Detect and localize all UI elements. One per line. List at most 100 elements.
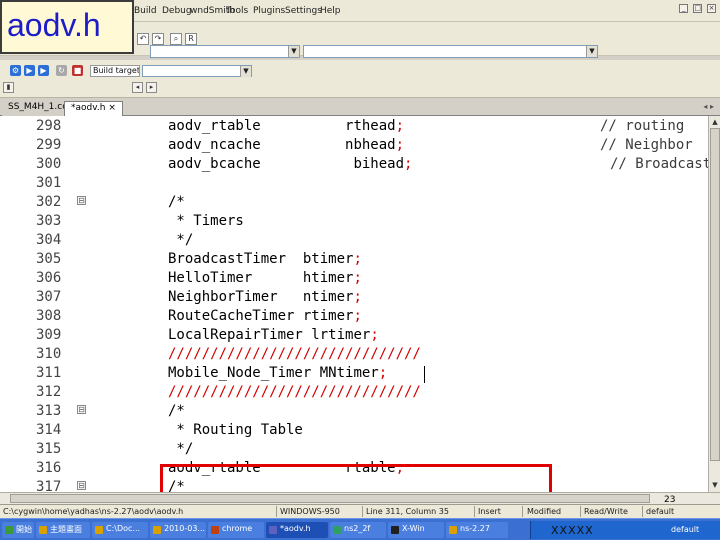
fold-toggle-icon[interactable]: ⊟: [77, 196, 86, 205]
taskbar-item-label: 開始: [16, 525, 32, 534]
run-icon[interactable]: ▶: [24, 65, 35, 76]
close-tab-icon[interactable]: ×: [108, 103, 116, 113]
build-icon[interactable]: ⚙: [10, 65, 21, 76]
taskbar-item-label: 主題畫面: [50, 525, 82, 534]
code-text: HelloTimer htimer;: [168, 270, 362, 286]
tab-nav-arrows[interactable]: ◂ ▸: [703, 102, 714, 111]
status-modified: Modified: [527, 507, 562, 516]
horizontal-scrollbar[interactable]: [0, 492, 720, 504]
app-icon: [449, 526, 457, 534]
code-identifier: aodv_ncache: [168, 137, 261, 153]
taskbar-item[interactable]: 2010-03...: [150, 522, 206, 538]
divider: [474, 506, 475, 517]
line-number: 308: [36, 308, 62, 324]
code-variable: MNtimer: [319, 365, 379, 381]
taskbar-item-label: *aodv.h: [280, 524, 311, 533]
menu-tools[interactable]: Tools: [226, 6, 248, 16]
scroll-thumb[interactable]: [710, 128, 720, 461]
build-run-icon[interactable]: ▶: [38, 65, 49, 76]
search-text-dropdown[interactable]: ▼: [303, 45, 598, 58]
taskbar-item[interactable]: ns-2.27: [446, 522, 508, 538]
code-editor[interactable]: 298 aodv_rtable rthead; // routing 299 aodv_…: [0, 116, 708, 492]
divider: [362, 506, 363, 517]
toggle-comment-icon[interactable]: ▮: [3, 82, 14, 93]
replace-icon[interactable]: R: [185, 33, 197, 45]
taskbar-item-label: C:\Doc...: [106, 524, 141, 533]
line-number: 299: [36, 137, 62, 153]
code-variable: ntimer: [302, 289, 354, 305]
taskbar-item[interactable]: X-Win: [388, 522, 444, 538]
code-line: 317 ⊟ /*: [0, 478, 708, 492]
tab-aodv-h[interactable]: *aodv.h ×: [64, 101, 123, 116]
line-number: 310: [36, 346, 62, 362]
code-spacing: [252, 270, 303, 286]
code-punctuation: ;: [395, 137, 405, 153]
code-identifier: HelloTimer: [168, 270, 253, 286]
code-line: 308 RouteCacheTimer rtimer;: [0, 307, 708, 326]
menu-settings[interactable]: Settings: [285, 6, 322, 16]
search-scope-dropdown[interactable]: ▼: [150, 45, 300, 58]
taskbar-item[interactable]: 主題畫面: [36, 522, 90, 538]
taskbar-item[interactable]: ns2_2f: [330, 522, 386, 538]
maximize-icon[interactable]: □: [693, 4, 703, 13]
scroll-down-icon[interactable]: ▼: [710, 480, 720, 490]
build-toolbar: ⚙ ▶ ▶ ↻ ■ Build target: ▼: [0, 60, 720, 98]
code-punctuation: ;: [370, 327, 379, 343]
build-target-dropdown[interactable]: ▼: [142, 65, 252, 77]
code-punctuation: ;: [353, 270, 362, 286]
chevron-down-icon: ▼: [240, 66, 251, 77]
tab-ss-m4h[interactable]: SS_M4H_1.cc: [2, 101, 74, 116]
code-variable: rthead: [345, 118, 396, 134]
taskbar-item-label: 2010-03...: [164, 524, 206, 533]
jump-forward-icon[interactable]: ▸: [146, 82, 157, 93]
line-number: 305: [36, 251, 62, 267]
find-icon[interactable]: ⌕: [170, 33, 182, 45]
menu-debug[interactable]: Debug: [162, 6, 192, 16]
fold-toggle-icon[interactable]: ⊟: [77, 481, 86, 490]
menu-plugins[interactable]: Plugins: [253, 6, 285, 16]
taskbar-item[interactable]: *aodv.h: [266, 522, 328, 538]
taskbar-item[interactable]: 開始: [2, 522, 34, 538]
code-identifier: /*: [168, 403, 185, 419]
redo-icon[interactable]: ↷: [152, 33, 164, 45]
chevron-down-icon: ▼: [586, 46, 597, 57]
code-line: 314 * Routing Table: [0, 421, 708, 440]
text-cursor: [424, 366, 425, 383]
abort-icon[interactable]: ■: [72, 65, 83, 76]
tab-label: *aodv.h: [71, 103, 106, 113]
tray-overlay-text: XXXXX: [551, 524, 594, 537]
code-text: //////////////////////////////: [168, 346, 421, 362]
code-line: 302 ⊟ /*: [0, 193, 708, 212]
minimize-icon[interactable]: _: [679, 4, 689, 13]
os-taskbar: 開始 主題畫面 C:\Doc... 2010-03... chrome *aodv.h ns…: [0, 518, 720, 540]
close-icon[interactable]: ×: [707, 4, 716, 13]
fold-toggle-icon[interactable]: ⊟: [77, 405, 86, 414]
code-spacing: [261, 156, 354, 172]
line-number: 302: [36, 194, 62, 210]
taskbar-item[interactable]: C:\Doc...: [92, 522, 148, 538]
app-icon: [153, 526, 161, 534]
slide-title-box: aodv.h: [0, 0, 134, 54]
scroll-up-icon[interactable]: ▲: [710, 117, 720, 127]
status-profile: default: [646, 507, 675, 516]
code-identifier: RouteCacheTimer: [168, 308, 295, 324]
undo-icon[interactable]: ↶: [137, 33, 149, 45]
scroll-thumb[interactable]: [10, 494, 650, 503]
code-spacing: [261, 118, 345, 134]
menu-help[interactable]: Help: [320, 6, 341, 16]
status-access: Read/Write: [584, 507, 628, 516]
app-icon: [333, 526, 341, 534]
app-icon: [39, 526, 47, 534]
taskbar-item[interactable]: chrome: [208, 522, 264, 538]
menu-build[interactable]: Build: [134, 6, 157, 16]
vertical-scrollbar[interactable]: ▲ ▼: [708, 116, 720, 492]
divider: [580, 506, 581, 517]
code-identifier: */: [168, 232, 194, 248]
jump-back-icon[interactable]: ◂: [132, 82, 143, 93]
code-spacing: [261, 137, 345, 153]
code-identifier: aodv_rtable: [168, 118, 261, 134]
code-identifier: * Routing Table: [168, 422, 303, 438]
taskbar-item-label: X-Win: [402, 524, 425, 533]
code-text: aodv_rtable rthead;: [168, 118, 404, 134]
rebuild-icon[interactable]: ↻: [56, 65, 67, 76]
